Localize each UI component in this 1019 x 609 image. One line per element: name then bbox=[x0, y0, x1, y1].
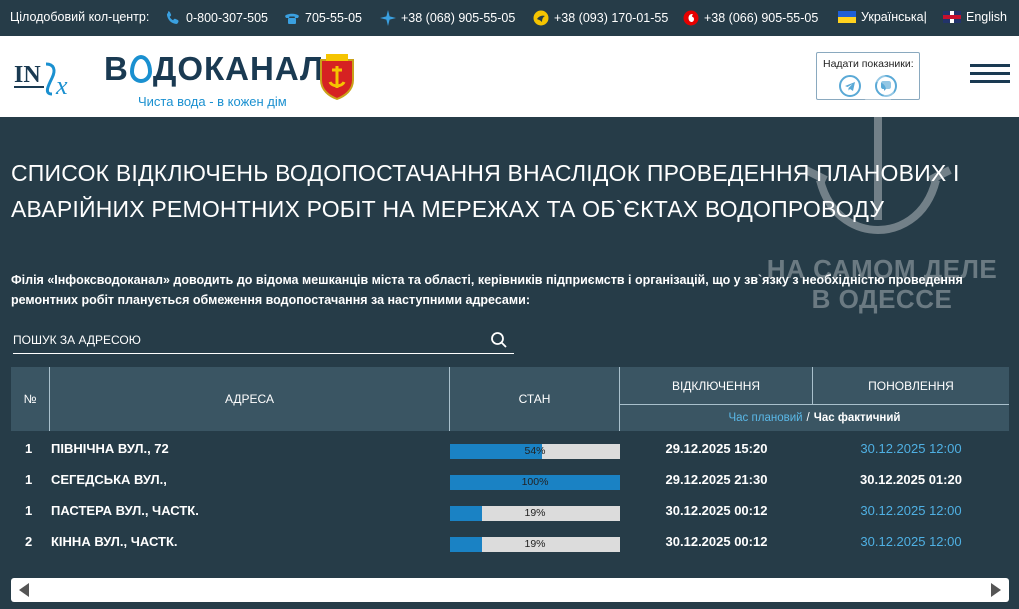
row-off-time: 30.12.2025 00:12 bbox=[665, 534, 768, 549]
row-num: 1 bbox=[25, 472, 33, 487]
table-row: 1 ПАСТЕРА ВУЛ., ЧАСТК. 19% 30.12.2025 00… bbox=[11, 493, 1009, 524]
table-row: 1 СЕГЕДСЬКА ВУЛ., 100% 29.12.2025 21:30 … bbox=[11, 462, 1009, 493]
horizontal-scrollbar[interactable] bbox=[11, 578, 1009, 602]
submit-readings-label: Надати показники: bbox=[823, 58, 914, 70]
lifecell-icon bbox=[533, 10, 549, 26]
intro-text: Філія «Інфоксводоканал» доводить до відо… bbox=[11, 273, 963, 307]
row-address: ПІВНІЧНА ВУЛ., 72 bbox=[51, 441, 169, 456]
time-separator: / bbox=[806, 412, 810, 424]
svg-text:IN: IN bbox=[14, 62, 41, 88]
address-search bbox=[13, 326, 514, 354]
scroll-left-arrow-icon[interactable] bbox=[19, 583, 29, 597]
time-planned-label: Час плановий bbox=[728, 412, 803, 424]
lang-en-link[interactable]: English bbox=[943, 10, 1007, 24]
progress-bar: 19% bbox=[450, 506, 620, 521]
odesa-coat-of-arms-icon bbox=[320, 54, 354, 100]
search-icon[interactable] bbox=[490, 331, 508, 349]
progress-bar: 100% bbox=[450, 475, 620, 490]
lang-ua-link[interactable]: Українська | bbox=[838, 10, 927, 24]
brand-prefix: В bbox=[104, 50, 129, 87]
phone-number: 705-55-05 bbox=[305, 11, 362, 25]
menu-line bbox=[970, 64, 1010, 67]
phone-number: +38 (093) 170-01-55 bbox=[554, 11, 669, 25]
table-header: № АДРЕСА СТАН ВІДКЛЮЧЕННЯ ПОНОВЛЕННЯ Час… bbox=[11, 367, 1009, 431]
row-address: СЕГЕДСЬКА ВУЛ., bbox=[51, 472, 167, 487]
progress-label: 54% bbox=[524, 445, 546, 457]
phone-icon bbox=[166, 11, 179, 24]
row-off-time: 29.12.2025 21:30 bbox=[665, 472, 768, 487]
phone-landline[interactable]: 705-55-05 bbox=[284, 10, 362, 26]
lang-en-label: English bbox=[966, 10, 1007, 24]
phone-lifecell[interactable]: +38 (093) 170-01-55 bbox=[533, 10, 668, 26]
brand-suffix: ДОКАНАЛ bbox=[152, 50, 325, 87]
lang-ua-label: Українська bbox=[861, 10, 924, 24]
row-update-time: 30.12.2025 12:00 bbox=[860, 503, 962, 518]
row-update-time: 30.12.2025 12:00 bbox=[860, 534, 962, 549]
header-update: ПОНОВЛЕННЯ bbox=[813, 367, 1009, 405]
progress-bar: 19% bbox=[450, 537, 620, 552]
phone-kyivstar[interactable]: +38 (068) 905-55-05 bbox=[380, 10, 515, 26]
page-title: СПИСОК ВІДКЛЮЧЕНЬ ВОДОПОСТАЧАННЯ ВНАСЛІД… bbox=[11, 160, 960, 222]
row-num: 1 bbox=[25, 503, 33, 518]
phone-hotline[interactable]: 0-800-307-505 bbox=[165, 10, 268, 26]
uk-flag-icon bbox=[943, 11, 961, 23]
top-contact-bar: Цілодобовий кол-центр: 0-800-307-505 705… bbox=[0, 0, 1019, 36]
time-actual-label: Час фактичний bbox=[813, 412, 901, 424]
table-row: 2 КІННА ВУЛ., ЧАСТК. 19% 30.12.2025 00:1… bbox=[11, 524, 1009, 555]
row-address: ПАСТЕРА ВУЛ., ЧАСТК. bbox=[51, 503, 199, 518]
table-body: 1 ПІВНІЧНА ВУЛ., 72 54% 29.12.2025 15:20… bbox=[11, 431, 1009, 555]
header-status: СТАН bbox=[450, 367, 620, 431]
progress-bar: 54% bbox=[450, 444, 620, 459]
progress-label: 19% bbox=[524, 507, 546, 519]
infox-logo[interactable]: IN x bbox=[12, 54, 92, 102]
header-num: № bbox=[11, 367, 50, 431]
outages-table: № АДРЕСА СТАН ВІДКЛЮЧЕННЯ ПОНОВЛЕННЯ Час… bbox=[11, 367, 1009, 555]
row-num: 2 bbox=[25, 534, 33, 549]
row-off-time: 30.12.2025 00:12 bbox=[665, 503, 768, 518]
row-update-time: 30.12.2025 01:20 bbox=[860, 472, 962, 487]
phone-number: 0-800-307-505 bbox=[186, 11, 269, 25]
phone-number: +38 (068) 905-55-05 bbox=[401, 11, 516, 25]
phone-number: +38 (066) 905-55-05 bbox=[704, 11, 819, 25]
header-address: АДРЕСА bbox=[50, 367, 450, 431]
call-center-label: Цілодобовий кол-центр: bbox=[10, 10, 150, 24]
row-num: 1 bbox=[25, 441, 33, 456]
brand-slogan: Чиста вода - в кожен дім bbox=[138, 94, 287, 109]
row-off-time: 29.12.2025 15:20 bbox=[665, 441, 768, 456]
header-time-legend: Час плановий / Час фактичний bbox=[620, 405, 1009, 431]
kyivstar-icon bbox=[380, 10, 396, 26]
progress-label: 100% bbox=[521, 476, 549, 488]
row-address: КІННА ВУЛ., ЧАСТК. bbox=[51, 534, 178, 549]
water-drop-icon bbox=[129, 55, 152, 83]
header-off: ВІДКЛЮЧЕННЯ bbox=[620, 367, 813, 405]
address-search-input[interactable] bbox=[13, 330, 473, 350]
row-update-time: 30.12.2025 12:00 bbox=[860, 441, 962, 456]
lang-separator: | bbox=[923, 10, 927, 24]
brand-name[interactable]: В ДОКАНАЛ bbox=[104, 50, 324, 88]
ukraine-flag-icon bbox=[838, 11, 856, 23]
table-row: 1 ПІВНІЧНА ВУЛ., 72 54% 29.12.2025 15:20… bbox=[11, 431, 1009, 462]
progress-label: 19% bbox=[524, 538, 546, 550]
svg-text:x: x bbox=[55, 71, 68, 100]
scroll-right-arrow-icon[interactable] bbox=[991, 583, 1001, 597]
phone-vodafone[interactable]: +38 (066) 905-55-05 bbox=[683, 10, 818, 26]
landline-phone-icon bbox=[285, 13, 299, 24]
vodafone-icon bbox=[683, 10, 699, 26]
